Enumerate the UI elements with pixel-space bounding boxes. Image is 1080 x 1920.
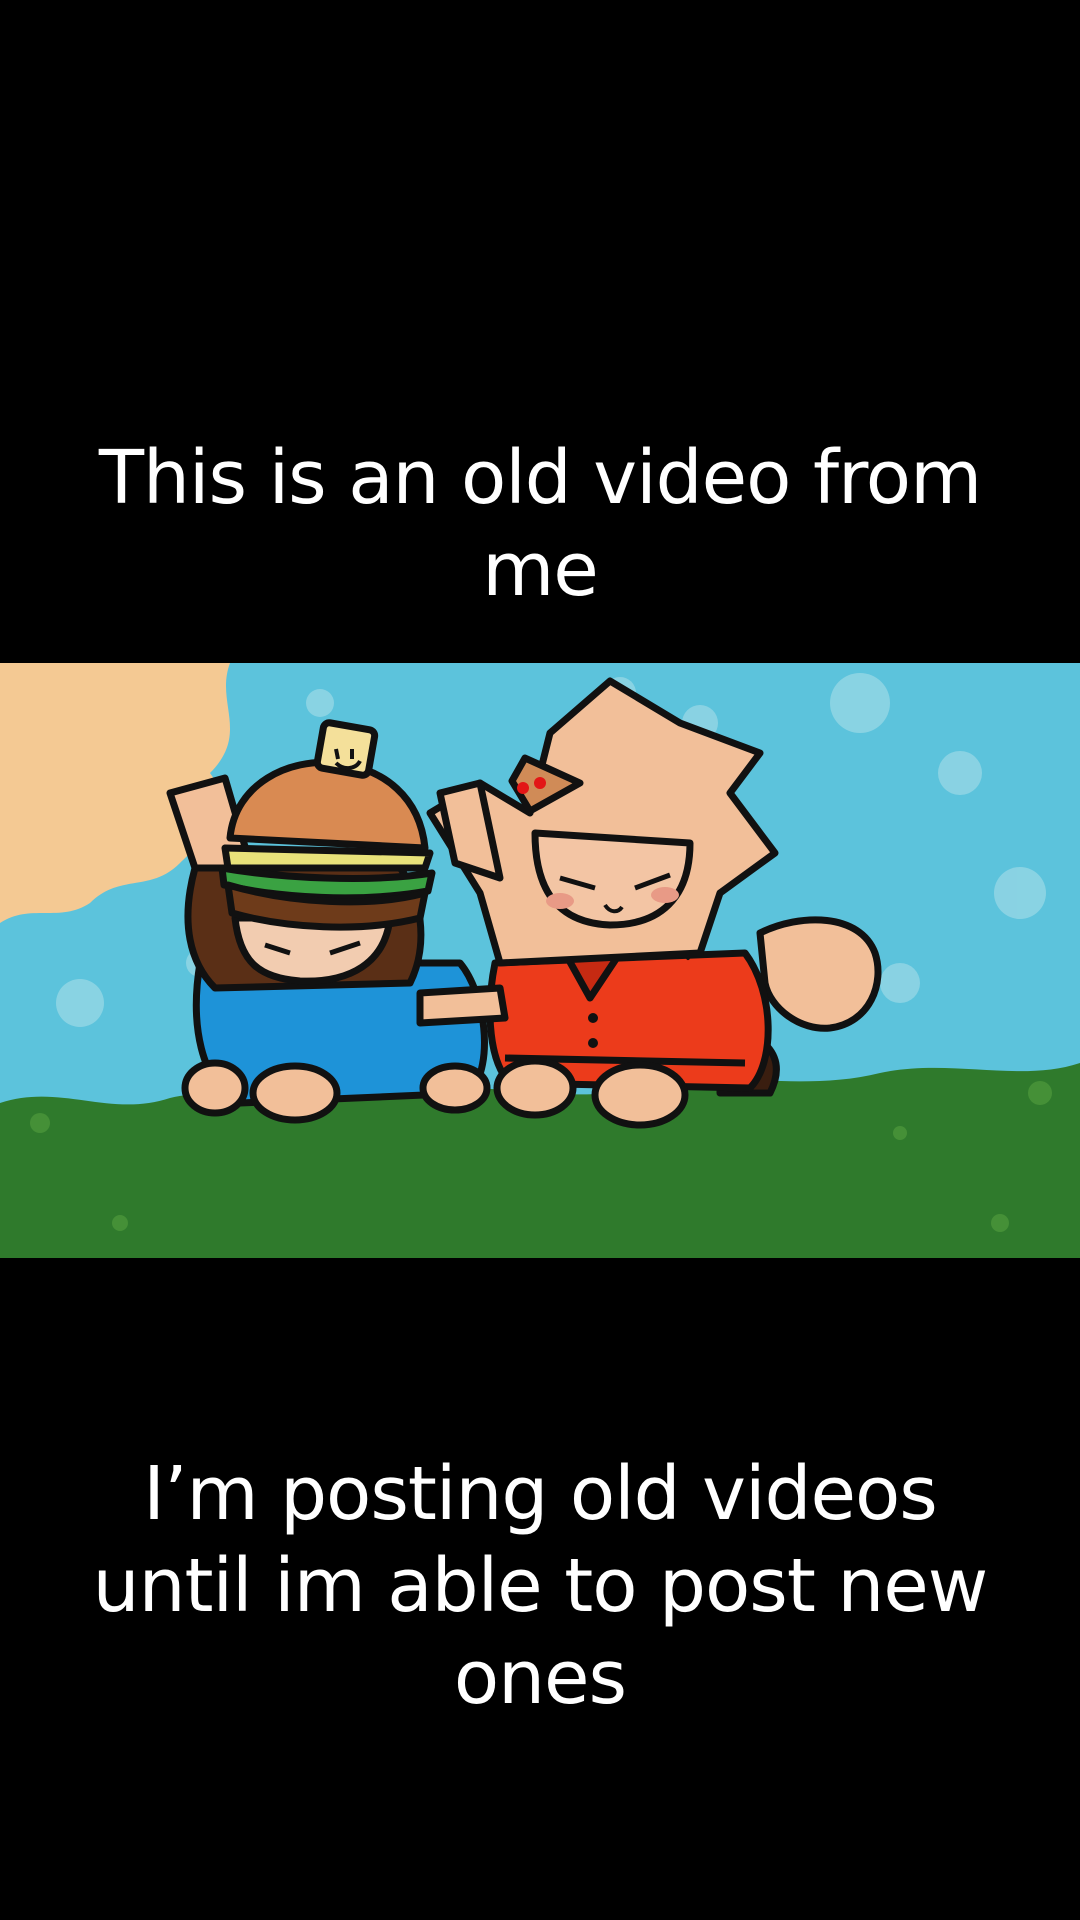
- cartoon-scene: [0, 663, 1080, 1258]
- video-frame[interactable]: [0, 663, 1080, 1258]
- caption-top: This is an old video from me: [98, 435, 982, 613]
- caption-bottom: I’m posting old videos until im able to …: [92, 1451, 989, 1721]
